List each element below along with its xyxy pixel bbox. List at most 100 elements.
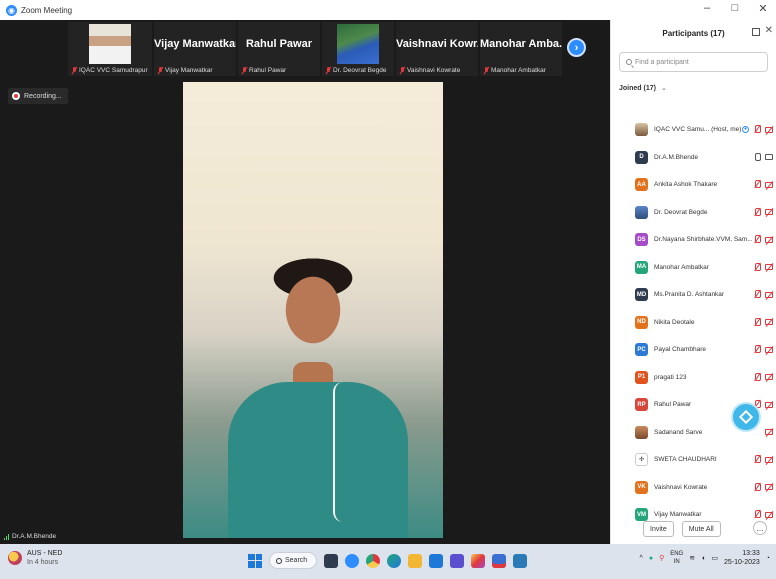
joined-group-header[interactable]: Joined (17) ⌄ [619, 84, 776, 93]
recording-indicator[interactable]: Recording... [8, 88, 68, 104]
task-view-icon[interactable] [324, 553, 338, 568]
wifi-icon[interactable]: ≋ [689, 554, 695, 562]
mic-muted-icon[interactable] [754, 262, 761, 271]
video-off-icon[interactable] [765, 374, 773, 380]
language-indicator[interactable]: ENG IN [670, 550, 683, 566]
avatar [635, 123, 648, 137]
windows-start-icon[interactable] [248, 553, 262, 568]
video-off-icon[interactable] [765, 209, 773, 215]
participant-row[interactable]: PC Payal Chambhare [611, 336, 776, 364]
taskbar: AUS - NED In 4 hours Search ^ ● ⚲ ENG IN… [0, 544, 776, 579]
mic-muted-icon[interactable] [754, 372, 761, 381]
participants-panel: Participants (17) ✕ Find a participant J… [610, 20, 776, 544]
video-tile[interactable]: Rahul Pawar Rahul Pawar [238, 22, 320, 76]
tile-name: Dr. Deovrat Begde [333, 67, 387, 74]
video-off-icon[interactable] [765, 126, 773, 133]
file-explorer-icon[interactable] [408, 553, 422, 568]
participant-row[interactable]: D Dr.A.M.Bhende [611, 144, 776, 172]
zoom-app-icon[interactable] [345, 553, 359, 568]
avatar: RP [635, 398, 648, 412]
participant-video [337, 24, 379, 64]
taskbar-search[interactable]: Search [269, 552, 317, 569]
mic-muted-icon[interactable] [754, 510, 761, 518]
participant-row[interactable]: DS Dr.Nayana Shirbhate.VVM, Sam... [611, 226, 776, 254]
tray-app-icon[interactable]: ● [649, 555, 653, 562]
participant-row[interactable]: Dr. Deovrat Begde [611, 199, 776, 227]
video-off-icon[interactable] [765, 319, 773, 325]
instagram-icon[interactable] [471, 553, 485, 568]
edge-icon[interactable] [387, 553, 401, 568]
tile-name: Manohar Ambatkar [491, 67, 546, 74]
weather-widget[interactable]: AUS - NED In 4 hours [8, 549, 62, 567]
video-tile[interactable]: Vijay Manwatkar Vijay Manwatkar [154, 22, 236, 76]
mute-all-button[interactable]: Mute All [681, 521, 721, 537]
clock[interactable]: 13:33 25-10-2023 [724, 549, 760, 567]
chrome-icon[interactable] [366, 553, 380, 568]
mic-muted-icon[interactable] [754, 180, 761, 188]
video-off-icon[interactable] [765, 428, 773, 435]
mic-muted-icon [242, 67, 247, 74]
avatar [635, 425, 648, 439]
video-off-icon[interactable] [765, 346, 773, 353]
close-panel-icon[interactable]: ✕ [765, 25, 773, 36]
mic-muted-icon[interactable] [754, 125, 761, 133]
video-off-icon[interactable] [765, 291, 773, 298]
maximize-button[interactable]: □ [728, 2, 742, 15]
video-off-icon[interactable] [765, 236, 773, 243]
close-window-button[interactable]: ✕ [756, 2, 770, 15]
floating-action-button[interactable] [733, 404, 759, 430]
avatar [635, 205, 648, 219]
video-off-icon[interactable] [765, 401, 773, 408]
participant-row[interactable]: MD Ms.Pranita D. Ashtankar [611, 281, 776, 309]
video-off-icon[interactable] [765, 181, 773, 188]
popout-icon[interactable] [752, 28, 760, 36]
app-icon[interactable] [492, 553, 506, 568]
participant-row[interactable]: VK Vaishnavi Kowrate [611, 474, 776, 502]
participant-row[interactable]: P1 pragati 123 [611, 364, 776, 392]
video-off-icon[interactable] [765, 511, 773, 518]
store-icon[interactable] [429, 553, 443, 568]
minimize-button[interactable]: – [700, 2, 714, 15]
battery-icon[interactable]: ▭ [711, 554, 718, 562]
mic-on-icon[interactable] [754, 152, 761, 161]
mic-muted-icon[interactable] [754, 235, 761, 243]
video-tile[interactable]: Manohar Amba... Manohar Ambatkar [480, 22, 562, 76]
tray-mic-icon[interactable]: ⚲ [659, 554, 664, 562]
weather-icon [8, 551, 22, 565]
photos-icon[interactable] [450, 553, 464, 568]
tile-display-name: Vaishnavi Kowr... [396, 38, 478, 50]
notification-icon[interactable]: ◔ [766, 555, 770, 562]
mic-muted-icon[interactable] [754, 345, 761, 353]
video-on-icon[interactable] [765, 154, 773, 160]
panel-title: Participants (17) [662, 28, 725, 38]
mic-muted-icon [400, 67, 405, 74]
app-icon[interactable] [513, 553, 527, 568]
participant-list: IQAC VVC Samu... (Host, me) ● D Dr.A.M.B… [611, 116, 776, 529]
video-off-icon[interactable] [765, 484, 773, 490]
participant-search-input[interactable]: Find a participant [619, 52, 768, 72]
invite-button[interactable]: Invite [643, 521, 674, 537]
participant-row[interactable]: AA Ankita Ashok Thakare [611, 171, 776, 199]
video-tile[interactable]: IQAC VVC Samudrapur [68, 22, 152, 76]
chevron-up-icon[interactable]: ^ [640, 555, 643, 562]
mic-muted-icon[interactable] [754, 455, 761, 463]
more-options-button[interactable]: … [753, 521, 767, 535]
mic-muted-icon[interactable] [754, 207, 761, 216]
system-tray: ^ ● ⚲ ENG IN ≋ ◖ ▭ 13:33 25-10-2023 ◔ [640, 549, 770, 567]
volume-icon[interactable]: ◖ [701, 555, 705, 562]
video-tile[interactable]: Dr. Deovrat Begde [322, 22, 394, 76]
mic-muted-icon[interactable] [754, 290, 761, 298]
participant-row[interactable]: ✣ SWETA CHAUDHARI [611, 446, 776, 474]
next-page-button[interactable]: › [567, 38, 586, 57]
video-off-icon[interactable] [765, 264, 773, 270]
zoom-logo-icon: ◉ [6, 4, 17, 16]
video-tile[interactable]: Vaishnavi Kowr... Vaishnavi Kowrate [396, 22, 478, 76]
mic-muted-icon[interactable] [754, 482, 761, 491]
mic-muted-icon[interactable] [754, 317, 761, 326]
window-title: Zoom Meeting [21, 5, 73, 15]
window-controls: – □ ✕ [700, 2, 770, 15]
participant-row[interactable]: IQAC VVC Samu... (Host, me) ● [611, 116, 776, 144]
video-off-icon[interactable] [765, 456, 773, 463]
participant-row[interactable]: ND Nikita Deotale [611, 309, 776, 337]
participant-row[interactable]: MA Manohar Ambatkar [611, 254, 776, 282]
